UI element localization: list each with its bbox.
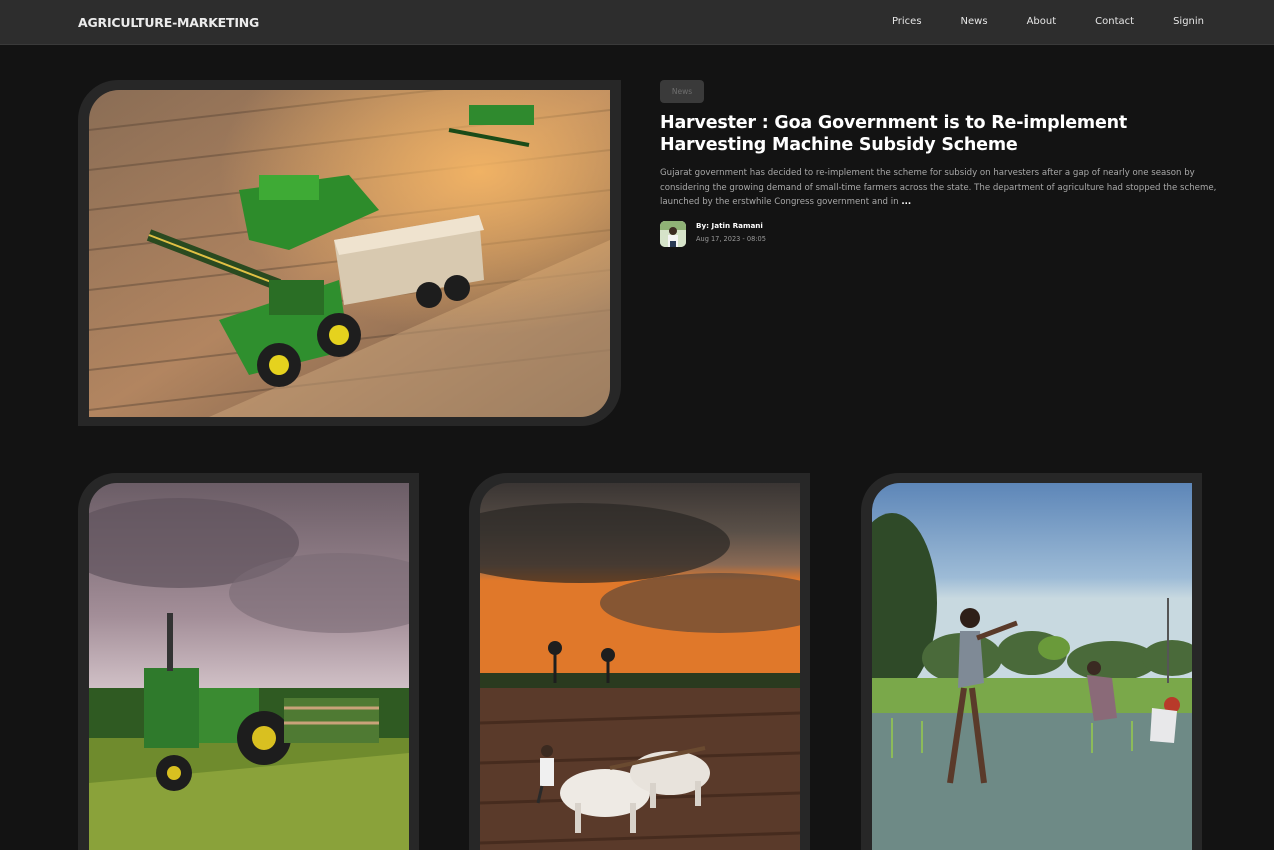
nav-contact[interactable]: Contact [1095,16,1134,27]
harvester-photo [89,90,610,417]
nav-signin[interactable]: Signin [1173,16,1204,27]
nav-news[interactable]: News [961,16,988,27]
tractor-photo [89,483,409,850]
read-more-link[interactable]: ... [901,197,911,207]
main-nav: Prices News About Contact Signin [853,16,1204,27]
excerpt-text: Gujarat government has decided to re-imp… [660,168,1217,207]
oxen-plough-photo [480,483,800,850]
news-card-oxen[interactable] [469,473,810,850]
featured-image-card[interactable] [78,80,621,426]
author-name[interactable]: By: Jatin Ramani [696,221,763,230]
top-navbar: AGRICULTURE-MARKETING Prices News About … [0,0,1274,45]
article-excerpt: Gujarat government has decided to re-imp… [660,166,1220,210]
nav-about[interactable]: About [1027,16,1057,27]
nav-prices[interactable]: Prices [892,16,922,27]
site-logo[interactable]: AGRICULTURE-MARKETING [78,15,259,30]
rice-planting-photo [872,483,1192,850]
publish-date: Aug 17, 2023 - 08:05 [696,235,766,243]
article-title[interactable]: Harvester : Goa Government is to Re-impl… [660,112,1220,156]
news-card-tractor[interactable] [78,473,419,850]
author-avatar [660,221,686,247]
news-card-rice[interactable] [861,473,1202,850]
category-badge[interactable]: News [660,80,704,103]
